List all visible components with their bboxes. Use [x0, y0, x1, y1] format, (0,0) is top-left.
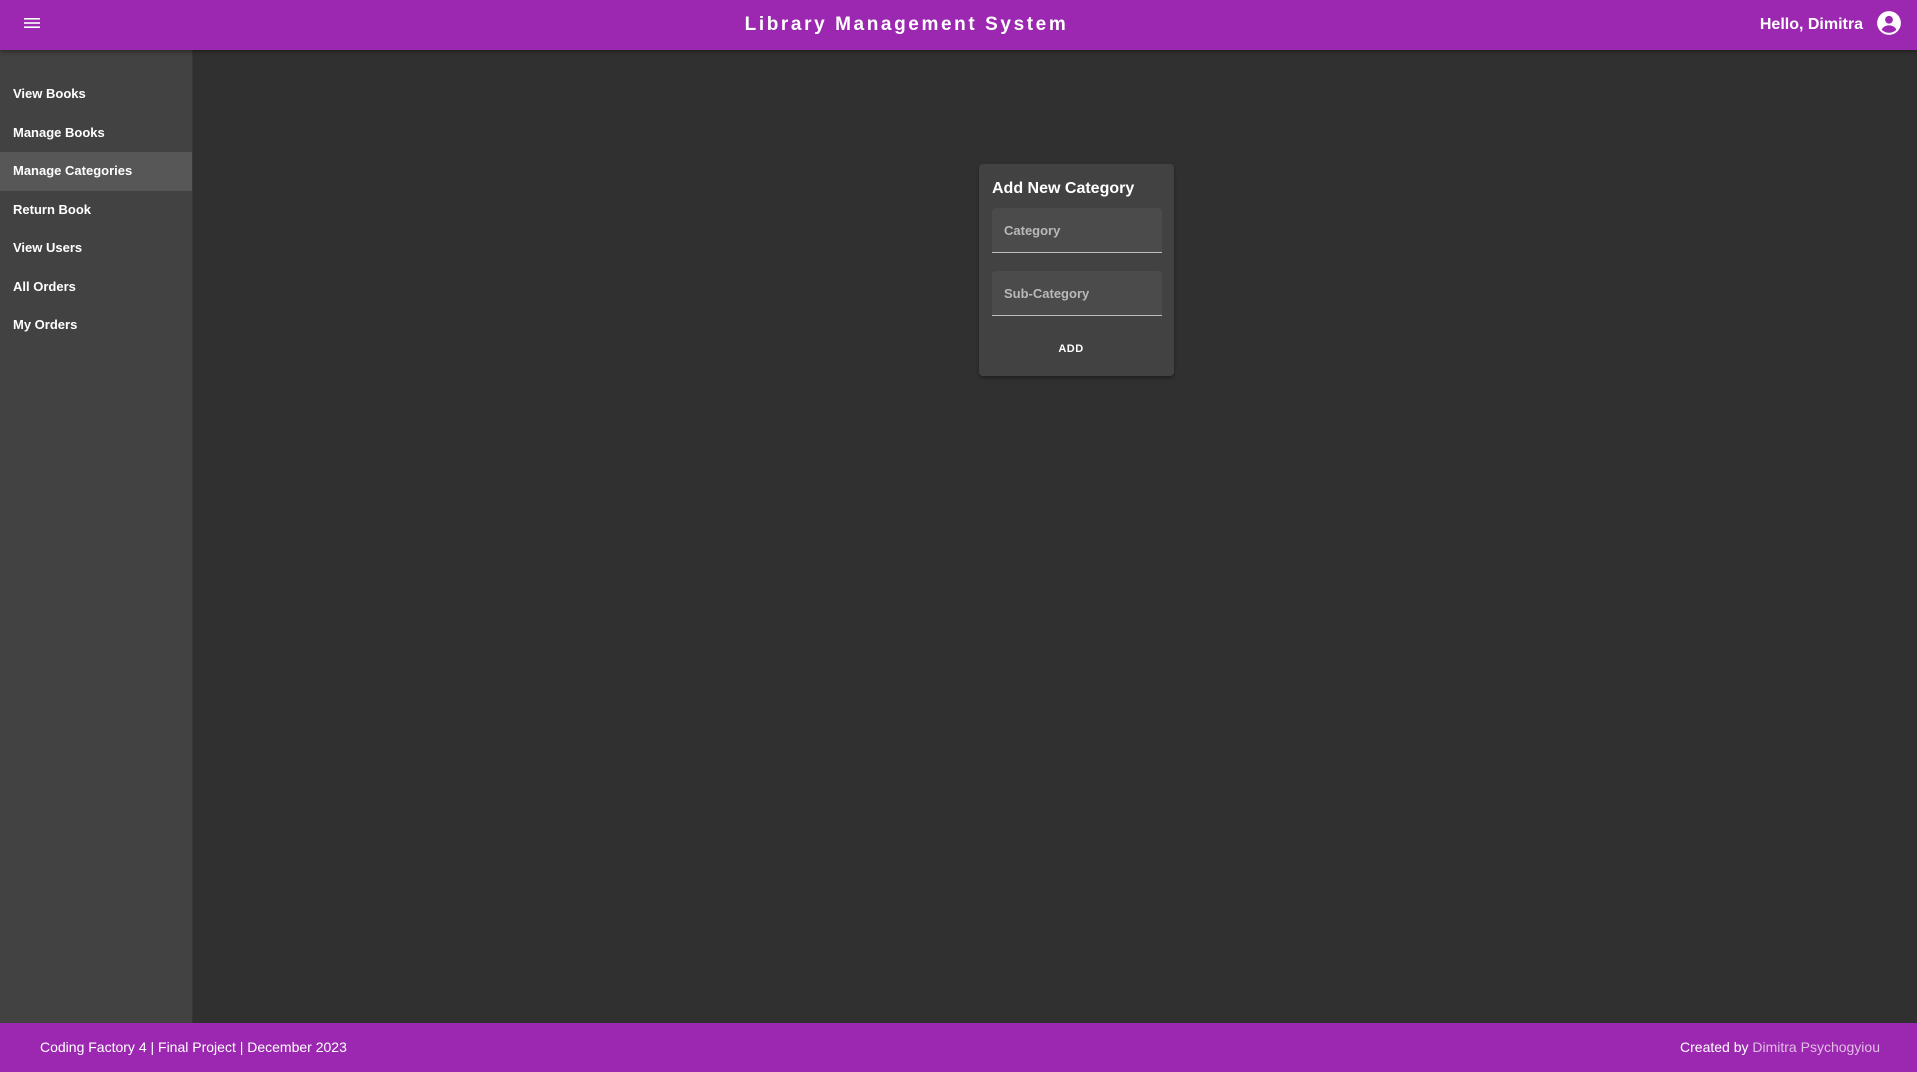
sidebar-item-manage-categories[interactable]: Manage Categories — [0, 152, 192, 191]
user-greeting: Hello, Dimitra — [1759, 16, 1863, 33]
category-input[interactable] — [992, 208, 1162, 252]
sidebar-item-manage-books[interactable]: Manage Books — [0, 114, 192, 153]
card-title: Add New Category — [992, 180, 1135, 197]
sidebar-item-return-book[interactable]: Return Book — [0, 191, 192, 230]
account-circle-icon — [1876, 10, 1902, 41]
footer-project-info: Coding Factory 4 | Final Project | Decem… — [40, 1039, 347, 1055]
sidebar-item-all-orders[interactable]: All Orders — [0, 268, 192, 307]
add-category-card: Add New Category ADD — [979, 164, 1174, 376]
sub-category-field — [992, 271, 1162, 316]
created-by-label: Created by — [1680, 1039, 1753, 1055]
top-app-bar: Library Management System Hello, Dimitra — [0, 0, 1917, 50]
app-title: Library Management System — [744, 14, 1069, 35]
add-button[interactable]: ADD — [1031, 334, 1111, 364]
sidebar-item-view-books[interactable]: View Books — [0, 75, 192, 114]
main-content: Add New Category ADD — [193, 50, 1917, 1023]
category-field — [992, 208, 1162, 253]
sidebar-item-view-users[interactable]: View Users — [0, 229, 192, 268]
sidebar-nav: View Books Manage Books Manage Categorie… — [0, 50, 193, 1023]
footer: Coding Factory 4 | Final Project | Decem… — [0, 1023, 1917, 1072]
sub-category-input[interactable] — [992, 271, 1162, 315]
author-link[interactable]: Dimitra Psychogyiou — [1752, 1039, 1880, 1055]
footer-credits: Created by Dimitra Psychogyiou — [1680, 1023, 1880, 1072]
account-button[interactable] — [1875, 10, 1903, 41]
sidebar-item-my-orders[interactable]: My Orders — [0, 306, 192, 345]
